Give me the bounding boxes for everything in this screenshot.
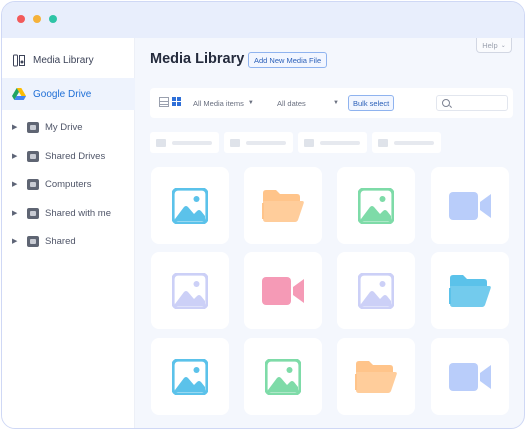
- chevron-down-icon: ▼: [247, 100, 254, 106]
- placeholder-icon: [304, 138, 314, 147]
- media-item-card[interactable]: [337, 167, 415, 244]
- sidebar-item-shared-with-me[interactable]: ▶ Shared with me: [2, 201, 135, 225]
- media-item-card[interactable]: [151, 167, 229, 244]
- expand-arrow-icon[interactable]: ▶: [12, 123, 20, 131]
- media-library-icon: [12, 53, 26, 67]
- search-input[interactable]: [455, 97, 505, 109]
- date-filter[interactable]: All dates ▼: [277, 95, 339, 111]
- placeholder-icon: [156, 138, 166, 147]
- media-item-card[interactable]: [431, 167, 509, 244]
- expand-arrow-icon[interactable]: ▶: [12, 152, 20, 160]
- page-title: Media Library: [150, 51, 245, 67]
- media-item-card[interactable]: [244, 167, 322, 244]
- placeholder-chip: [224, 132, 293, 153]
- sidebar-media-library-label: Media Library: [33, 54, 94, 66]
- placeholder-chip: [372, 132, 441, 153]
- help-label: Help: [482, 40, 498, 50]
- sidebar-item-shared-drives[interactable]: ▶ Shared Drives: [2, 144, 135, 168]
- maximize-window-dot[interactable]: [49, 15, 57, 23]
- help-button[interactable]: Help ⌄: [476, 38, 512, 53]
- media-item-card[interactable]: [244, 338, 322, 415]
- placeholder-icon: [378, 138, 388, 147]
- sidebar-item-media-library[interactable]: Media Library: [2, 44, 135, 76]
- expand-arrow-icon[interactable]: ▶: [12, 209, 20, 217]
- placeholder-chip: [298, 132, 367, 153]
- minimize-window-dot[interactable]: [33, 15, 41, 23]
- add-new-media-button[interactable]: Add New Media File: [248, 52, 328, 68]
- sidebar-item-label: Shared Drives: [45, 150, 106, 162]
- media-item-card[interactable]: [151, 252, 229, 329]
- sidebar-item-label: Computers: [45, 178, 92, 190]
- computer-icon: [27, 178, 39, 190]
- google-drive-icon: [12, 87, 26, 101]
- sidebar-item-google-drive[interactable]: Google Drive: [2, 78, 135, 110]
- sidebar: Media Library Google Drive ▶ My Drive ▶ …: [2, 38, 135, 428]
- chevron-down-icon: ▼: [333, 100, 339, 106]
- title-bar: [2, 2, 524, 38]
- media-item-card[interactable]: [337, 338, 415, 415]
- app-window: Media Library Google Drive ▶ My Drive ▶ …: [1, 1, 525, 429]
- media-type-filter[interactable]: All Media items ▼: [193, 95, 254, 111]
- expand-arrow-icon[interactable]: ▶: [12, 180, 20, 188]
- placeholder-chip: [150, 132, 219, 153]
- media-item-card[interactable]: [337, 252, 415, 329]
- placeholder-bar: [394, 140, 434, 145]
- sidebar-item-label: Shared with me: [45, 207, 112, 219]
- close-window-dot[interactable]: [17, 15, 25, 23]
- search-icon: [442, 99, 450, 107]
- drive-icon: [27, 121, 39, 133]
- media-toolbar: All Media items ▼ All dates ▼ Bulk selec…: [150, 88, 513, 118]
- placeholder-bar: [246, 140, 286, 145]
- placeholder-bar: [320, 140, 360, 145]
- sidebar-item-computers[interactable]: ▶ Computers: [2, 172, 135, 196]
- chevron-down-icon: ⌄: [500, 42, 506, 49]
- media-item-card[interactable]: [431, 252, 509, 329]
- main-content: Media Library Add New Media File Help ⌄ …: [135, 38, 524, 428]
- media-type-filter-value: All Media items: [193, 98, 244, 108]
- media-item-card[interactable]: [244, 252, 322, 329]
- expand-arrow-icon[interactable]: ▶: [12, 237, 20, 245]
- placeholder-icon: [230, 138, 240, 147]
- date-filter-value: All dates: [277, 98, 306, 108]
- sidebar-item-my-drive[interactable]: ▶ My Drive: [2, 115, 135, 139]
- grid-view-icon[interactable]: [172, 97, 182, 107]
- placeholder-bar: [172, 140, 212, 145]
- shared-with-me-icon: [27, 207, 39, 219]
- media-item-card[interactable]: [431, 338, 509, 415]
- search-field[interactable]: [436, 95, 508, 111]
- shared-drives-icon: [27, 150, 39, 162]
- sidebar-item-label: Shared: [45, 235, 76, 247]
- list-view-icon[interactable]: [159, 97, 169, 107]
- shared-folder-icon: [27, 235, 39, 247]
- sidebar-item-shared[interactable]: ▶ Shared: [2, 229, 135, 253]
- sidebar-item-label: My Drive: [45, 121, 83, 133]
- sidebar-google-drive-label: Google Drive: [33, 88, 92, 100]
- bulk-select-button[interactable]: Bulk select: [348, 95, 395, 111]
- media-item-card[interactable]: [151, 338, 229, 415]
